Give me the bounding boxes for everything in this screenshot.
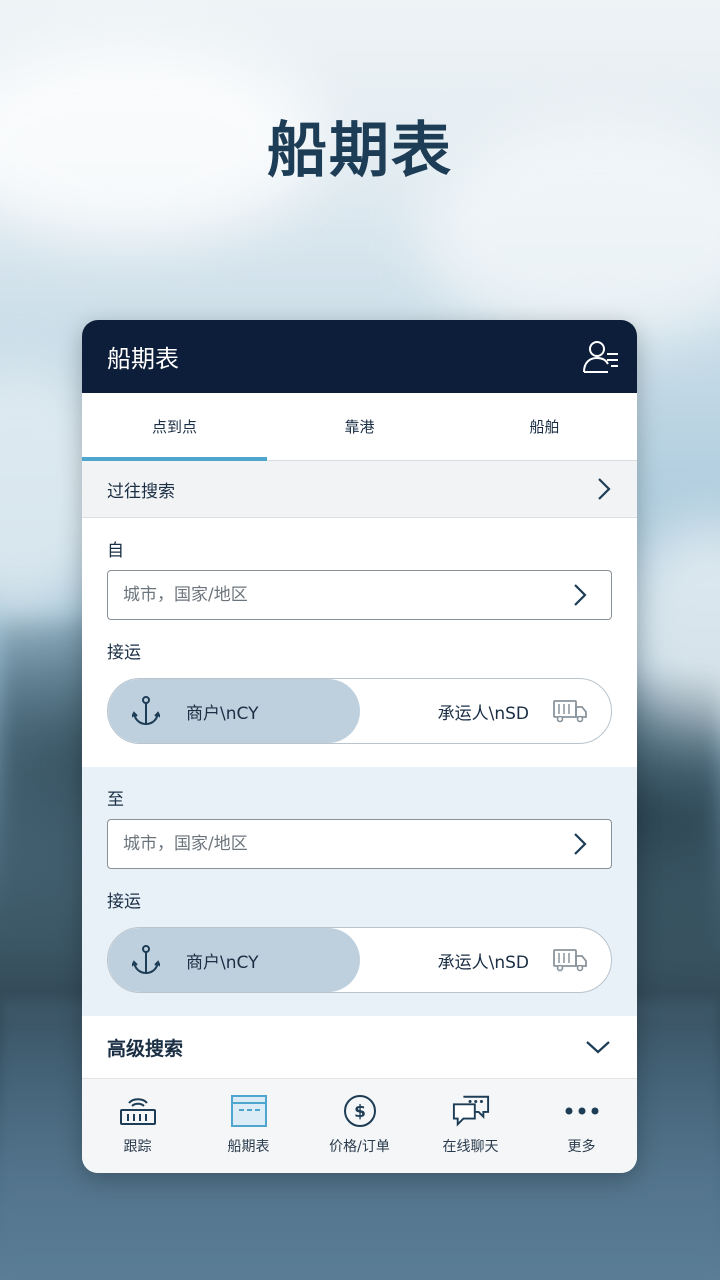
origin-transport-toggle: 商户\nCY 承运人\nSD [107,678,612,744]
destination-transport-label: 接运 [107,892,141,912]
origin-section: 自 接运 商户\nCY 承运人\nSD [82,518,637,767]
app-frame: 船期表 点到点 靠港 船舶 过往搜索 自 城市，国家/地区 接运 商户\nCY … [82,320,637,1173]
advanced-search-row[interactable]: 高级搜索 [82,1016,637,1079]
destination-label: 至 [107,790,124,810]
origin-merchant-label: 商户\nCY [186,703,259,724]
nav-live-chat[interactable]: 在线聊天 [415,1094,526,1156]
user-menu-button[interactable] [581,337,621,377]
destination-input[interactable] [123,834,503,854]
nav-tracking[interactable]: 跟踪 [82,1094,193,1156]
truck-icon [553,700,587,723]
svg-text:$: $ [354,1102,366,1122]
destination-merchant-label: 商户\nCY [186,952,259,973]
destination-carrier-option[interactable]: 承运人\nSD [360,928,612,992]
page-heading: 船期表 [267,116,453,186]
advanced-search-label: 高级搜索 [107,1037,184,1060]
nav-more-label: 更多 [567,1139,596,1155]
origin-carrier-option[interactable]: 承运人\nSD [360,679,612,743]
origin-transport-label: 接运 [107,643,141,663]
chevron-down-icon [586,1041,610,1054]
tab-point-to-point[interactable]: 点到点 [82,393,267,461]
origin-field[interactable] [107,570,612,620]
origin-label: 自 [107,541,124,561]
anchor-icon [132,945,160,975]
schedule-icon [230,1095,267,1127]
origin-merchant-option[interactable]: 商户\nCY [108,679,360,743]
tab-bar: 点到点 靠港 船舶 [82,393,637,461]
nav-tracking-label: 跟踪 [123,1139,152,1155]
chevron-right-icon [574,584,587,606]
origin-carrier-label: 承运人\nSD [437,703,529,724]
user-menu-icon [583,340,618,373]
destination-field[interactable] [107,819,612,869]
destination-carrier-label: 承运人\nSD [437,952,529,973]
past-searches-row[interactable]: 过往搜索 [82,461,637,518]
nav-schedule-label: 船期表 [227,1139,270,1155]
destination-merchant-option[interactable]: 商户\nCY [108,928,360,992]
bottom-nav: 跟踪 船期表 $ 价格/订单 在线聊天 更多 [82,1079,637,1173]
origin-input[interactable] [123,585,503,605]
chat-icon [452,1095,489,1127]
destination-transport-toggle: 商户\nCY 承运人\nSD [107,927,612,993]
app-header: 船期表 [82,320,637,393]
tab-port-calls[interactable]: 靠港 [267,393,452,460]
chevron-right-icon [598,478,611,500]
nav-more[interactable]: 更多 [526,1094,637,1156]
dollar-icon: $ [343,1095,376,1127]
destination-section: 至 接运 商户\nCY 承运人\nSD [82,767,637,1016]
tracking-icon [119,1098,156,1125]
nav-schedule[interactable]: 船期表 [193,1094,304,1156]
app-title: 船期表 [107,345,179,373]
anchor-icon [132,696,160,726]
chevron-right-icon [574,833,587,855]
more-icon [565,1107,598,1115]
tab-vessels[interactable]: 船舶 [452,393,637,460]
nav-price-orders-label: 价格/订单 [329,1139,390,1155]
nav-live-chat-label: 在线聊天 [442,1139,499,1155]
nav-price-orders[interactable]: $ 价格/订单 [304,1094,415,1156]
truck-icon [553,949,587,972]
past-searches-label: 过往搜索 [107,481,175,502]
